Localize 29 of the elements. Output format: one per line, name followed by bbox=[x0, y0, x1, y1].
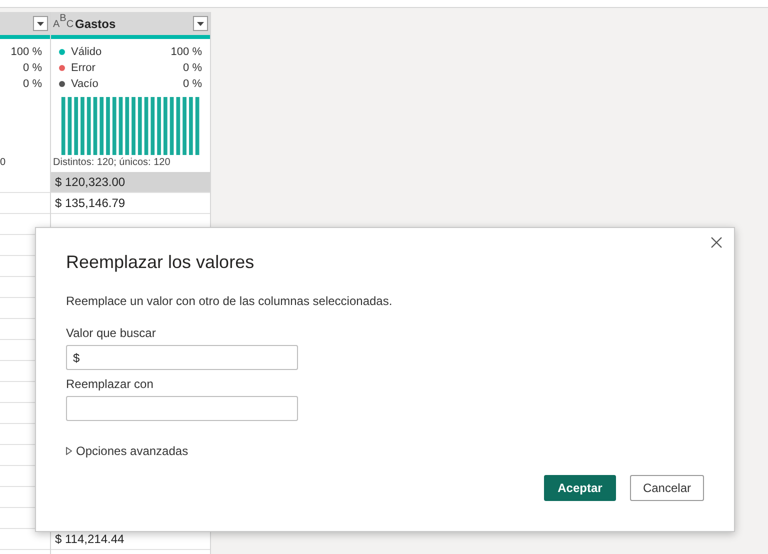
close-icon bbox=[710, 236, 722, 248]
percentage-text: 100 % bbox=[170, 44, 202, 60]
column-header[interactable]: ABCGastos bbox=[51, 12, 210, 35]
quality-label: Error bbox=[71, 60, 96, 76]
percentage-text: 100 % bbox=[10, 45, 42, 60]
percentage-text: 0 % bbox=[183, 60, 202, 76]
dropdown-button[interactable] bbox=[193, 16, 208, 31]
advanced-options-toggle[interactable]: Opciones avanzadas bbox=[66, 442, 188, 460]
dialog-title: Reemplazar los valores bbox=[66, 251, 256, 274]
caret-icon bbox=[197, 22, 204, 26]
distinct-count-text: Distintos: 120; únicos: 120 bbox=[53, 156, 172, 170]
percentage-text: 0 % bbox=[22, 77, 42, 92]
field-label: Reemplazar con bbox=[66, 376, 154, 393]
field-label: Valor que buscar bbox=[66, 325, 157, 342]
dialog-description: Reemplace un valor con otro de las columnas seleccionadas. bbox=[66, 293, 394, 310]
dropdown-button[interactable] bbox=[33, 16, 48, 31]
input-field[interactable] bbox=[66, 396, 298, 421]
cancel-button[interactable]: Cancelar bbox=[630, 475, 704, 501]
accept-button[interactable]: Aceptar bbox=[544, 475, 616, 501]
quality-label: Vacío bbox=[71, 76, 100, 92]
close-button[interactable] bbox=[708, 234, 724, 250]
caret-icon bbox=[37, 22, 44, 26]
percentage-text: 0 % bbox=[183, 76, 202, 92]
input-field[interactable]: $ bbox=[66, 345, 298, 370]
distinct-count-text: 0 bbox=[0, 156, 7, 170]
table-cell: $ 120,323.00 bbox=[51, 172, 210, 193]
quality-label: Válido bbox=[71, 44, 103, 60]
percentage-text: 0 % bbox=[22, 61, 42, 76]
triangle-icon bbox=[66, 447, 72, 455]
